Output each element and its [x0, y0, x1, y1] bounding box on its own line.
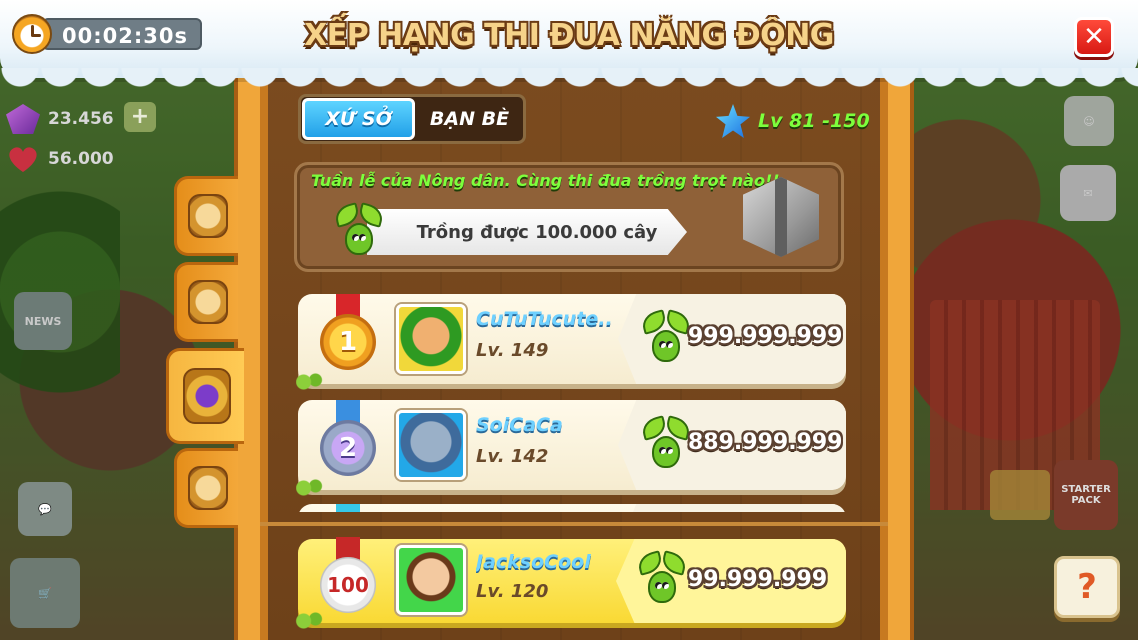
table-row[interactable] — [298, 504, 846, 512]
blue-star-icon — [716, 104, 750, 138]
gift-emblem-icon — [187, 466, 228, 510]
quest-goal-text: Trồng được 100.000 cây — [416, 221, 658, 243]
rank-number: 1 — [320, 314, 376, 370]
news-label: NEWS — [24, 314, 62, 328]
gem-icon — [6, 104, 40, 134]
sprout-icon — [639, 309, 693, 370]
friends-icon[interactable]: ☺ — [1064, 96, 1114, 146]
avatar[interactable] — [396, 545, 466, 615]
emblem-icon — [187, 194, 228, 238]
mail-icon[interactable]: ✉ — [1060, 165, 1116, 221]
my-player-level: Lv. 120 — [476, 581, 549, 602]
side-tab-1[interactable] — [174, 176, 238, 256]
gem-count: 23.456 — [48, 109, 114, 129]
cart-icon[interactable]: 🛒 — [10, 558, 80, 628]
avatar[interactable] — [396, 304, 466, 374]
table-row[interactable]: 2 SoiCaCa Lv. 142 889.999.999 — [296, 400, 846, 498]
starter-pack-button[interactable]: STARTER PACK — [1054, 460, 1118, 530]
vine-decoration — [296, 478, 324, 498]
help-button[interactable]: ? — [1054, 556, 1120, 618]
sprout-icon — [635, 550, 689, 611]
my-rank-row[interactable]: 100 JacksoCool Lv. 120 99.999.999 — [290, 537, 846, 631]
heart-counter: 56.000 — [6, 144, 114, 174]
side-tab-2[interactable] — [174, 262, 238, 342]
sprout-icon — [332, 202, 386, 263]
page-title: XẾP HẠNG THI ĐUA NĂNG ĐỘNG — [304, 18, 834, 53]
silver-medal-icon: 2 — [312, 400, 384, 486]
quest-goal-bar: Trồng được 100.000 cây — [367, 209, 687, 255]
gold-medal-icon: 1 — [312, 294, 384, 380]
player-score: 889.999.999 — [688, 430, 843, 455]
quest-description: Tuần lễ của Nông dân. Cùng thi đua trồng… — [311, 171, 780, 190]
vine-decoration — [296, 372, 324, 392]
player-level: Lv. 149 — [476, 340, 549, 361]
chat-icon[interactable]: 💬 — [18, 482, 72, 536]
news-button[interactable]: NEWS — [14, 292, 72, 350]
ranking-list[interactable]: 1 CuTuTucute.... Lv. 149 999.999.999 2 S… — [296, 290, 852, 512]
tab-friends[interactable]: BẠN BÈ — [416, 97, 523, 141]
table-row[interactable]: 1 CuTuTucute.... Lv. 149 999.999.999 — [296, 294, 846, 392]
bronze-medal-icon — [312, 504, 384, 512]
divider — [260, 522, 888, 526]
side-tab-3-active[interactable] — [166, 348, 244, 444]
add-gems-button[interactable]: + — [124, 102, 156, 132]
quest-box: Tuần lễ của Nông dân. Cùng thi đua trồng… — [294, 162, 844, 272]
player-name[interactable]: SoiCaCa — [476, 414, 563, 436]
player-name[interactable]: CuTuTucute.... — [476, 308, 612, 330]
my-rank-number: 100 — [320, 557, 376, 613]
vine-decoration — [290, 611, 324, 631]
avatar[interactable] — [396, 410, 466, 480]
close-icon: ✕ — [1083, 22, 1105, 52]
heart-icon — [6, 144, 40, 174]
my-player-name[interactable]: JacksoCool — [476, 551, 591, 573]
help-icon: ? — [1077, 567, 1097, 607]
hay-bale — [990, 470, 1050, 520]
emblem-icon — [187, 280, 228, 324]
my-player-score: 99.999.999 — [688, 567, 828, 592]
trophy-emblem-icon — [182, 368, 231, 424]
side-tab-4[interactable] — [174, 448, 238, 528]
region-tabs: XỨ SỞ BẠN BÈ — [298, 94, 526, 144]
sprout-icon — [639, 415, 693, 476]
level-range: Lv 81 -150 — [716, 104, 870, 138]
rank-number: 2 — [320, 420, 376, 476]
tab-region[interactable]: XỨ SỞ — [302, 98, 415, 140]
player-score: 999.999.999 — [688, 324, 843, 349]
player-level: Lv. 142 — [476, 446, 549, 467]
close-button[interactable]: ✕ — [1074, 17, 1114, 57]
level-range-text: Lv 81 -150 — [758, 110, 870, 132]
starter-pack-label: STARTER PACK — [1061, 484, 1111, 506]
gem-counter: 23.456 — [6, 104, 114, 134]
heart-count: 56.000 — [48, 149, 114, 169]
